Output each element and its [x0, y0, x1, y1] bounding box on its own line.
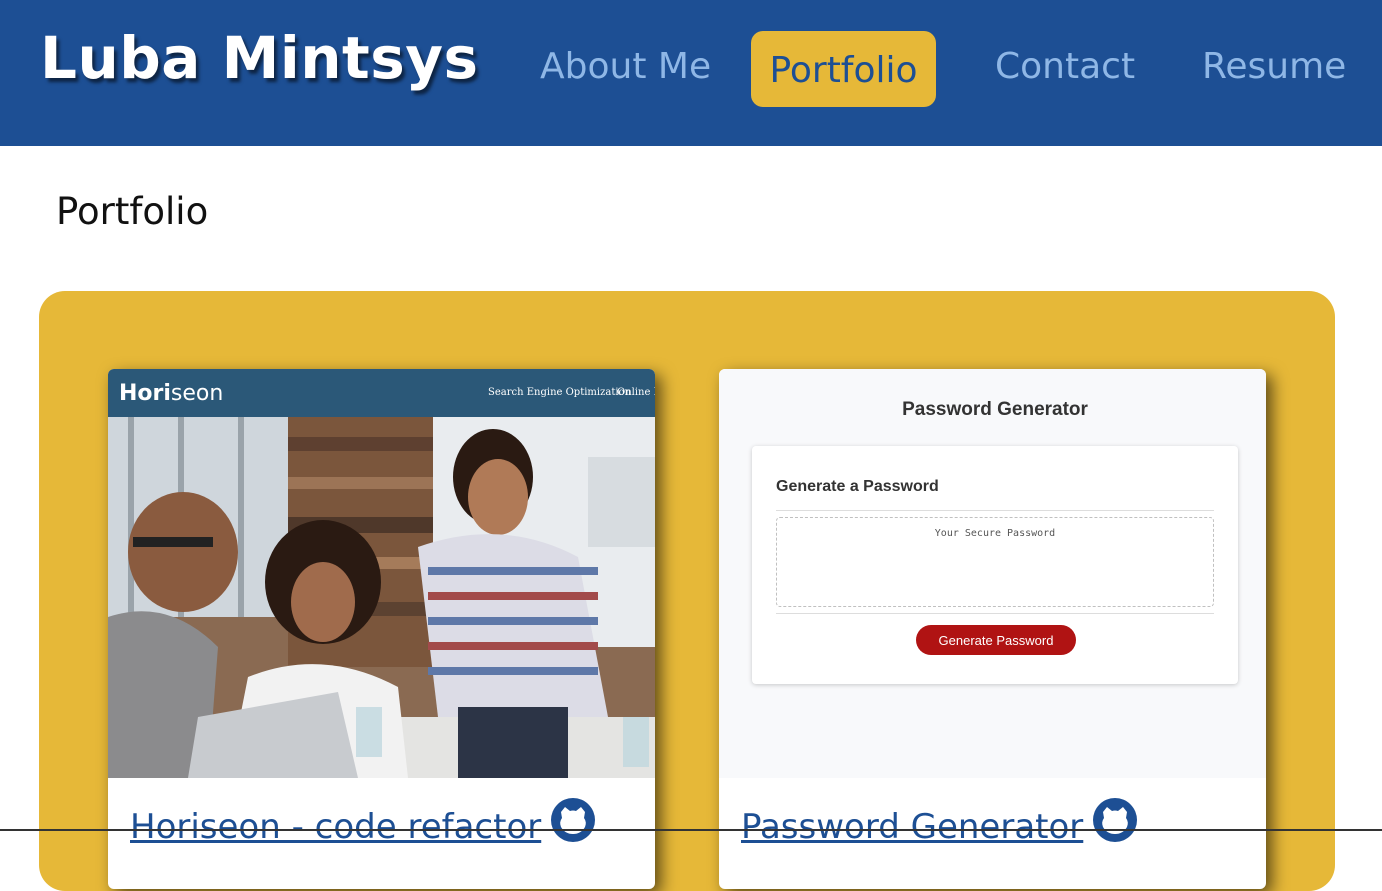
horiseon-hero-photo	[108, 417, 655, 778]
nav-portfolio[interactable]: Portfolio	[751, 31, 936, 107]
nav-resume[interactable]: Resume	[1202, 46, 1346, 87]
github-icon[interactable]	[551, 798, 596, 851]
project-card-password-generator: Password Generator Generate a Password Y…	[719, 369, 1266, 889]
project-screenshot-password-generator[interactable]: Password Generator Generate a Password Y…	[719, 369, 1266, 778]
project-title-link[interactable]: Horiseon - code refactor	[130, 798, 596, 851]
site-header: Luba Mintsys About Me Portfolio Contact …	[0, 0, 1382, 146]
pg-generate-button: Generate Password	[916, 625, 1076, 655]
horiseon-logo: Horiseon	[119, 381, 224, 406]
project-card-horiseon: Horiseon Search Engine Optimization Onli…	[108, 369, 655, 889]
horiseon-header: Horiseon Search Engine Optimization Onli…	[108, 369, 655, 417]
project-title-text[interactable]: Password Generator	[741, 807, 1083, 847]
pg-card: Generate a Password Your Secure Password…	[752, 446, 1238, 684]
site-brand[interactable]: Luba Mintsys	[40, 24, 479, 92]
nav-about-me[interactable]: About Me	[540, 46, 711, 87]
page-title: Portfolio	[56, 190, 209, 233]
divider	[776, 613, 1214, 614]
horiseon-nav-item: Online R	[617, 387, 655, 398]
divider	[776, 510, 1214, 511]
pg-password-output: Your Secure Password	[776, 517, 1214, 607]
project-title-link[interactable]: Password Generator	[741, 798, 1138, 851]
project-title-text[interactable]: Horiseon - code refactor	[130, 807, 541, 847]
team-meeting-photo	[108, 417, 655, 778]
github-icon[interactable]	[1093, 798, 1138, 851]
password-generator-page: Password Generator Generate a Password Y…	[719, 369, 1266, 778]
pg-subheading: Generate a Password	[776, 478, 939, 495]
nav-contact[interactable]: Contact	[995, 46, 1135, 87]
project-screenshot-horiseon[interactable]: Horiseon Search Engine Optimization Onli…	[108, 369, 655, 778]
viewport-bottom-border	[0, 829, 1382, 831]
horiseon-nav-item: Search Engine Optimization	[488, 387, 632, 398]
pg-heading: Password Generator	[902, 399, 1088, 420]
